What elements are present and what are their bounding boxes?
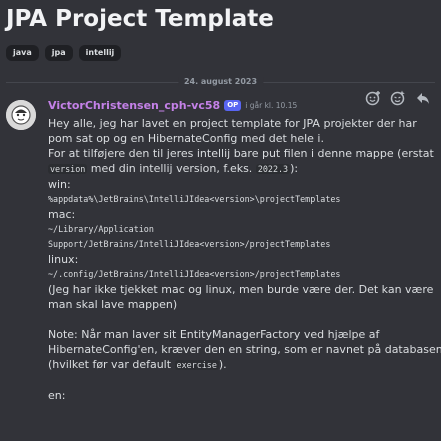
- message-header: VictorChristensen_cph-vc58 OP i går kl. …: [48, 99, 297, 112]
- message-line: version med din intellij version, f.eks.…: [48, 161, 436, 177]
- message-text: (hvilket før var default: [48, 358, 175, 371]
- inline-code: exercise: [174, 360, 219, 370]
- message-line: en:: [48, 389, 66, 402]
- message-line: HibernateConfig'en, kræver den en string…: [48, 343, 441, 356]
- code-line: %appdata%\JetBrains\IntelliJIdea<version…: [48, 194, 341, 204]
- tag-intellij[interactable]: intellij: [78, 45, 122, 61]
- message-line: (hvilket før var default exercise).: [48, 357, 436, 373]
- message-line: win:: [48, 178, 71, 191]
- message-line: linux:: [48, 253, 79, 266]
- tag-java[interactable]: java: [6, 45, 39, 61]
- message-line: For at tilføjere den til jeres intellij …: [48, 147, 434, 160]
- code-line: ~/.config/JetBrains/IntelliJIdea<version…: [48, 269, 341, 279]
- author-username[interactable]: VictorChristensen_cph-vc58: [48, 99, 220, 112]
- code-line: ~/Library/Application: [48, 224, 154, 234]
- code-line: Support/JetBrains/IntelliJIdea<version>/…: [48, 239, 331, 249]
- date-divider-label: 24. august 2023: [177, 77, 264, 86]
- message-line: man skal lave mappen): [48, 298, 178, 311]
- message-line: mac:: [48, 208, 76, 221]
- op-badge: OP: [224, 100, 242, 111]
- message-actions: [365, 90, 431, 106]
- message-line: Hey alle, jeg har lavet en project templ…: [48, 117, 417, 130]
- message-line: (Jeg har ikke tjekket mac og linux, men …: [48, 283, 434, 296]
- message-text: med din intellij version, f.eks.: [87, 162, 256, 175]
- avatar[interactable]: [6, 100, 36, 130]
- message-line: pom sat op og en HibernateConfig med det…: [48, 132, 324, 145]
- inline-code: version: [48, 164, 88, 174]
- tag-jpa[interactable]: jpa: [44, 45, 73, 61]
- thread-tags: java jpa intellij: [6, 45, 122, 61]
- reply-icon[interactable]: [415, 90, 431, 106]
- message-line: Note: Når man laver sit EntityManagerFac…: [48, 328, 380, 341]
- thread-view: JPA Project Template java jpa intellij 2…: [0, 0, 441, 441]
- thread-title: JPA Project Template: [6, 6, 274, 32]
- message-text: ).: [218, 358, 227, 371]
- avatar-image: [6, 100, 36, 130]
- add-reaction-icon[interactable]: [365, 90, 381, 106]
- message-body: Hey alle, jeg har lavet en project templ…: [48, 116, 441, 403]
- super-reaction-icon[interactable]: [390, 90, 406, 106]
- message-timestamp[interactable]: i går kl. 10.15: [245, 101, 297, 110]
- message-text: ):: [290, 162, 299, 175]
- inline-code: 2022.3: [255, 164, 291, 174]
